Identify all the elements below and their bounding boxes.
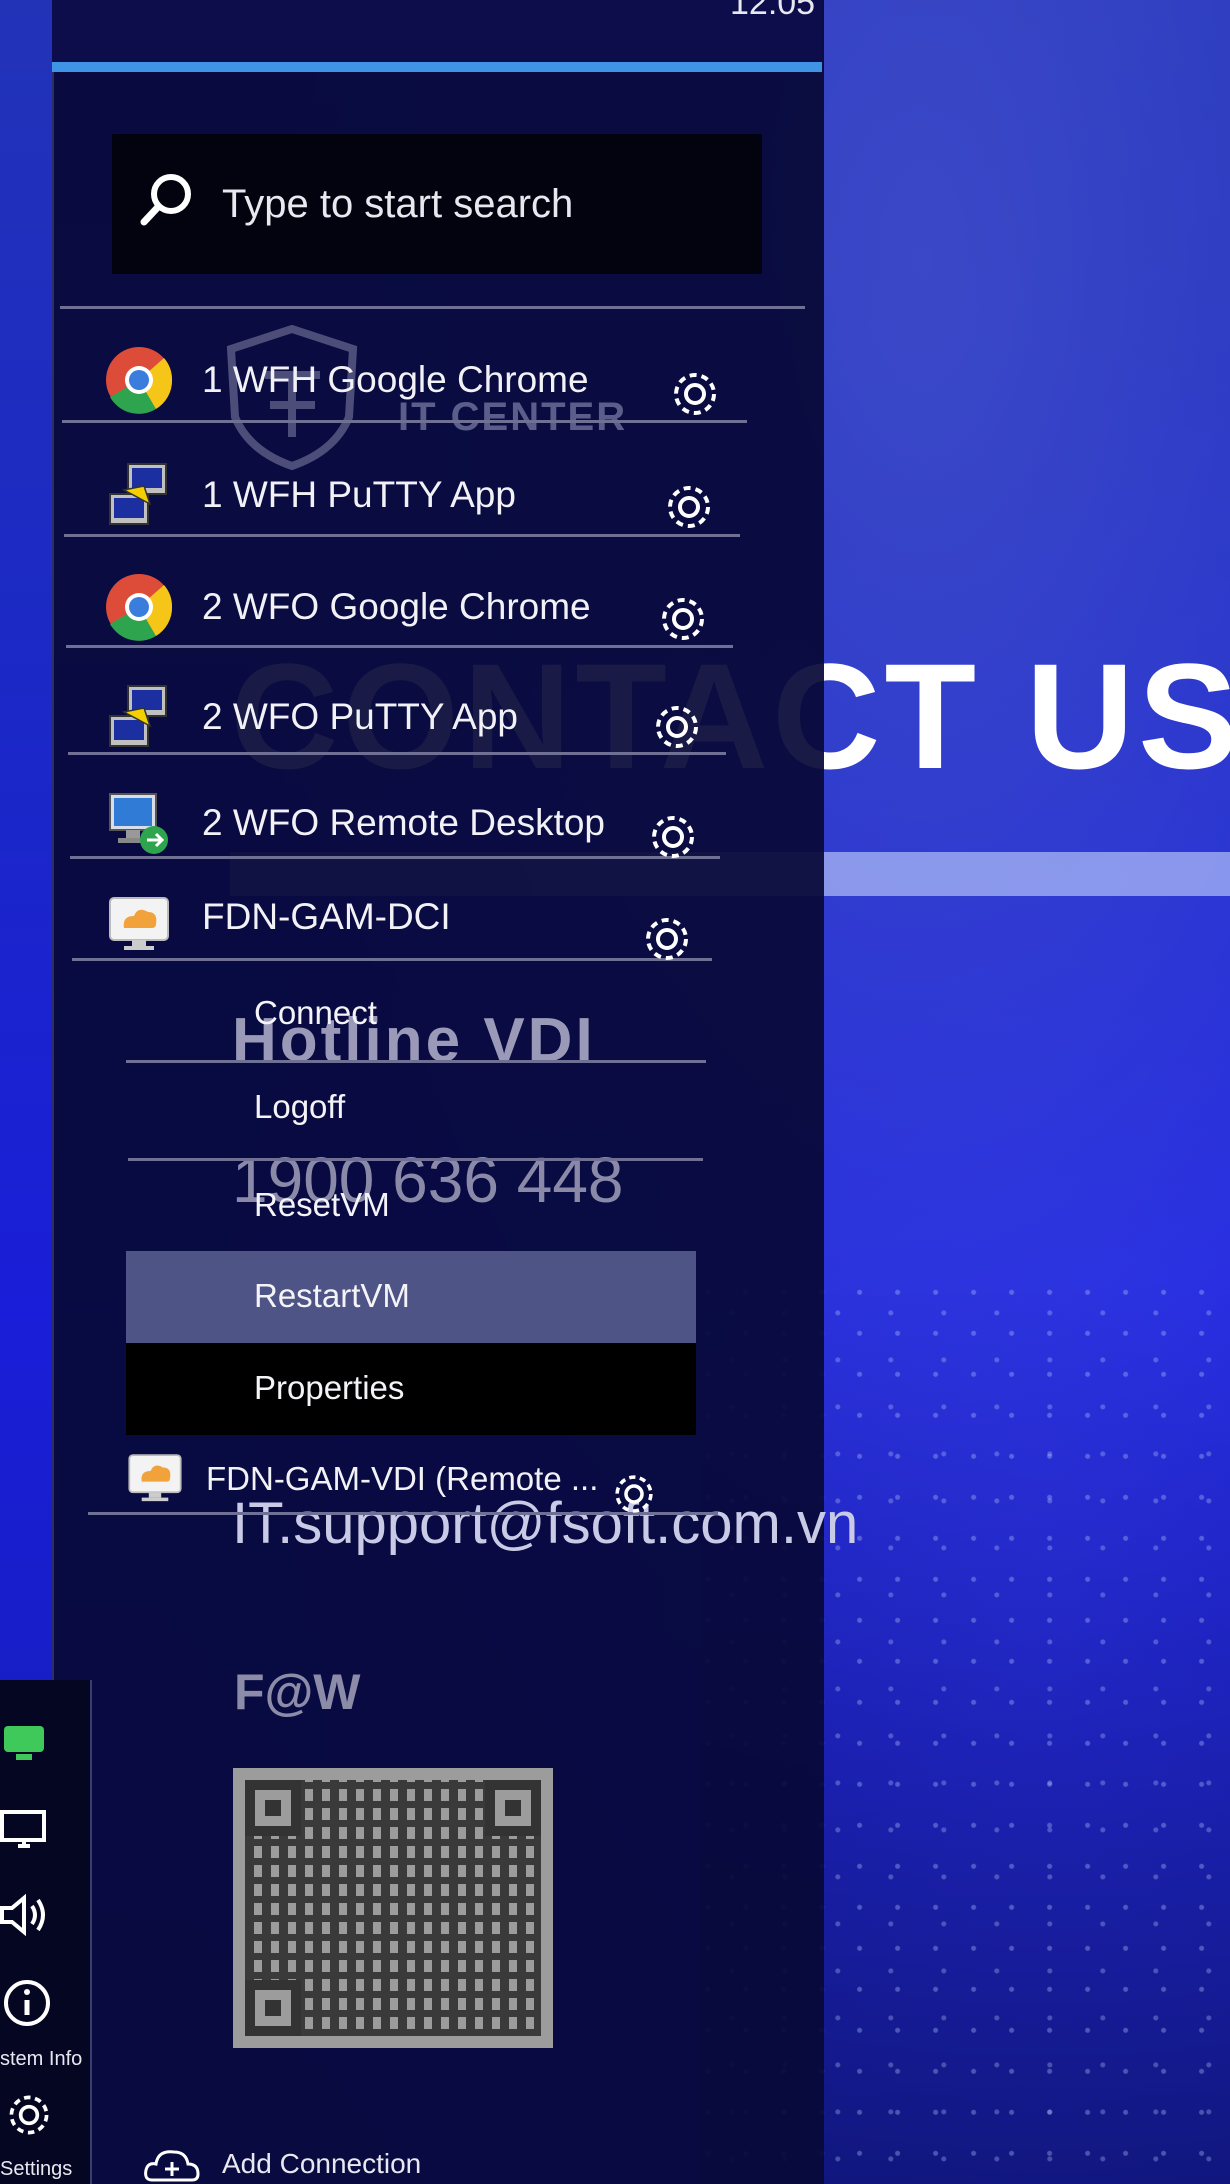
menu-item-connect[interactable]: Connect (126, 968, 696, 1054)
menu-item-properties[interactable]: Properties (126, 1343, 696, 1435)
app-label: 2 WFO PuTTY App (202, 696, 518, 737)
panel-top-bar: 12:05 (52, 0, 822, 62)
chrome-icon (106, 574, 173, 641)
chrome-icon (106, 347, 173, 414)
vdi-icon (109, 897, 169, 950)
monitor-icon[interactable] (0, 1806, 50, 1856)
system-info-label[interactable]: stem Info (0, 2048, 82, 2071)
app-item-fdn-gam-vdi[interactable]: FDN-GAM-VDI (Remote ... (110, 1440, 730, 1540)
speaker-icon[interactable] (0, 1890, 52, 1940)
info-icon[interactable] (2, 1978, 52, 2028)
settings-label[interactable]: Settings (0, 2158, 72, 2181)
search-placeholder: Type to start search (222, 182, 574, 226)
clock: 12:05 (730, 0, 816, 22)
app-label: 1 WFH Google Chrome (202, 359, 589, 400)
menu-item-resetvm[interactable]: ResetVM (126, 1160, 696, 1246)
gear-icon[interactable] (646, 810, 700, 864)
app-label: 1 WFH PuTTY App (202, 474, 516, 515)
settings-gear-icon[interactable] (4, 2090, 54, 2140)
gear-icon[interactable] (662, 480, 716, 534)
search-input[interactable]: Type to start search (112, 134, 762, 274)
system-sidebar: stem Info Settings (0, 1680, 92, 2184)
vdi-status-icon[interactable] (2, 1720, 46, 1764)
app-item-1-wfh-putty[interactable]: 1 WFH PuTTY App (90, 440, 770, 540)
app-item-1-wfh-chrome[interactable]: 1 WFH Google Chrome (90, 325, 770, 425)
gear-icon[interactable] (650, 700, 704, 754)
app-item-2-wfo-remote-desktop[interactable]: 2 WFO Remote Desktop (90, 768, 770, 868)
app-item-fdn-gam-dci[interactable]: FDN-GAM-DCI (90, 870, 770, 970)
add-connection-label[interactable]: Add Connection (222, 2148, 421, 2180)
app-label: FDN-GAM-VDI (Remote ... (206, 1460, 599, 1497)
remote-desktop-icon (109, 793, 168, 854)
app-label: 2 WFO Google Chrome (202, 586, 591, 627)
menu-item-logoff[interactable]: Logoff (126, 1062, 696, 1148)
vdi-icon (128, 1454, 182, 1502)
add-cloud-icon[interactable] (142, 2144, 202, 2184)
poster-faw: F@W (234, 1664, 361, 1720)
separator (60, 306, 805, 309)
app-item-2-wfo-chrome[interactable]: 2 WFO Google Chrome (90, 552, 770, 652)
gear-icon[interactable] (610, 1470, 658, 1518)
menu-item-restartvm[interactable]: RestartVM (126, 1251, 696, 1343)
accent-line (52, 62, 822, 72)
gear-icon[interactable] (656, 592, 710, 646)
qr-code (233, 1768, 553, 2048)
app-label: 2 WFO Remote Desktop (202, 802, 606, 843)
app-item-2-wfo-putty[interactable]: 2 WFO PuTTY App (90, 662, 770, 762)
search-icon (140, 174, 191, 226)
putty-icon (109, 463, 167, 525)
app-label: FDN-GAM-DCI (202, 896, 451, 937)
gear-icon[interactable] (640, 912, 694, 966)
gear-icon[interactable] (668, 367, 722, 421)
putty-icon (109, 685, 167, 747)
